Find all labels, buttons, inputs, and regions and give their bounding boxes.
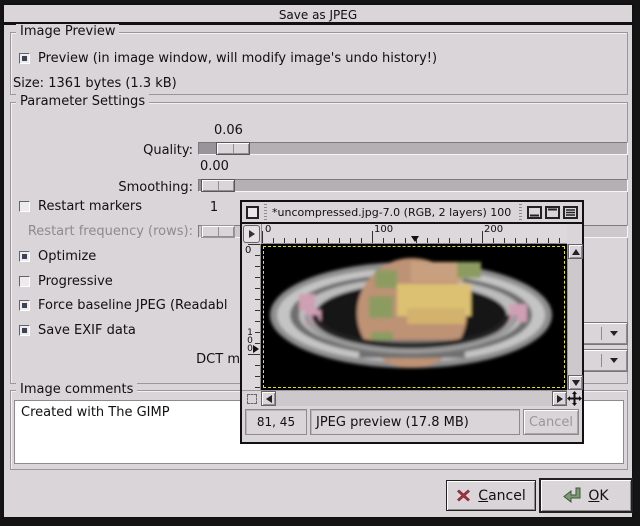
force-baseline-row[interactable]: Force baseline JPEG (Readabl [19, 298, 228, 313]
scroll-left-button[interactable] [261, 391, 276, 406]
combo-separator [601, 354, 602, 367]
pan-view-button[interactable] [567, 390, 582, 406]
horizontal-scrollbar[interactable] [261, 390, 567, 406]
image-preview-frame: Image Preview Preview (in image window, … [10, 24, 628, 95]
cursor-position-marker-icon [411, 236, 419, 242]
save-as-jpeg-dialog: Save as JPEG Image Preview Preview (in i… [2, 3, 634, 519]
image-canvas[interactable] [261, 244, 567, 390]
preview-cancel-button[interactable]: Cancel [523, 409, 579, 435]
smoothing-slider-handle[interactable] [201, 179, 235, 192]
ok-button-label: OK [588, 487, 609, 504]
quick-mask-toggle[interactable] [242, 390, 261, 406]
status-message: JPEG preview (17.8 MB) [310, 409, 520, 435]
h-ruler-tick-0: 0 [265, 224, 272, 235]
quality-slider-fill [199, 143, 217, 154]
arrow-down-icon [571, 379, 580, 386]
file-size-text: Size: 1361 bytes (1.3 kB) [13, 76, 177, 91]
optimize-checkbox[interactable] [19, 251, 30, 262]
dialog-title: Save as JPEG [278, 8, 358, 22]
image-window-title: *uncompressed.jpg-7.0 (RGB, 2 layers) 10… [272, 205, 512, 219]
image-window-body: 0 100 200 0 100 81, 45 JPEG preview (17.… [242, 224, 583, 438]
titlebar-grip-dots [264, 204, 267, 220]
quality-value: 0.06 [214, 123, 243, 138]
save-exif-row[interactable]: Save EXIF data [19, 323, 136, 338]
maximize-icon[interactable] [545, 205, 560, 219]
cursor-position-marker-icon [253, 345, 259, 353]
optimize-row[interactable]: Optimize [19, 249, 96, 264]
scroll-down-button[interactable] [568, 375, 583, 390]
image-window-statusbar: 81, 45 JPEG preview (17.8 MB) Cancel [242, 406, 582, 438]
menu-arrow-icon [248, 230, 255, 238]
restart-markers-row[interactable]: Restart markers [19, 199, 142, 214]
scroll-up-button[interactable] [568, 244, 583, 259]
smoothing-label: Smoothing: [118, 180, 193, 195]
progressive-checkbox[interactable] [19, 276, 30, 287]
horizontal-ruler[interactable]: 0 100 200 [261, 224, 567, 244]
progressive-row[interactable]: Progressive [19, 274, 113, 289]
save-exif-label[interactable]: Save EXIF data [38, 323, 136, 338]
cursor-position-readout: 81, 45 [245, 409, 307, 435]
vertical-scrollbar-trough[interactable] [568, 259, 582, 375]
arrow-up-icon [571, 248, 580, 255]
cancel-button[interactable]: Cancel [446, 480, 536, 511]
image-comments-frame-label: Image comments [16, 382, 138, 397]
vertical-ruler[interactable]: 0 100 [242, 244, 261, 390]
window-menu-icon[interactable] [563, 205, 578, 219]
restart-markers-label[interactable]: Restart markers [38, 199, 142, 214]
dialog-titlebar[interactable]: Save as JPEG [4, 5, 632, 25]
titlebar-grip-dots [519, 204, 522, 220]
arrow-right-icon [556, 394, 563, 403]
arrow-left-icon [265, 394, 272, 403]
quick-mask-icon [246, 393, 257, 404]
quality-label: Quality: [143, 143, 193, 158]
preview-checkbox-row[interactable]: Preview (in image window, will modify im… [19, 51, 437, 66]
quality-slider[interactable] [198, 142, 628, 155]
pan-arrows-icon [567, 390, 582, 406]
force-baseline-label[interactable]: Force baseline JPEG (Readabl [38, 298, 228, 313]
ok-button[interactable]: OK [539, 478, 633, 513]
v-ruler-tick-0: 0 [245, 245, 252, 256]
combo-separator [601, 327, 602, 340]
quality-slider-handle[interactable] [216, 142, 250, 155]
scroll-right-button[interactable] [552, 391, 567, 406]
h-ruler-tick-200: 200 [484, 224, 504, 235]
image-window: *uncompressed.jpg-7.0 (RGB, 2 layers) 10… [240, 200, 584, 444]
window-decorations [527, 205, 578, 219]
restart-frequency-slider-handle [201, 225, 235, 238]
chevron-down-icon [610, 358, 618, 363]
parameter-settings-frame-label: Parameter Settings [16, 94, 150, 109]
horizontal-scrollbar-trough[interactable] [276, 391, 552, 406]
dct-method-label: DCT m [196, 352, 240, 367]
chevron-down-icon [610, 331, 618, 336]
image-preview-frame-label: Image Preview [16, 24, 120, 39]
smoothing-slider[interactable] [198, 179, 628, 192]
optimize-label[interactable]: Optimize [38, 249, 96, 264]
screen: Save as JPEG Image Preview Preview (in i… [0, 0, 640, 526]
progressive-label[interactable]: Progressive [38, 274, 113, 289]
restart-frequency-label: Restart frequency (rows): [27, 224, 193, 239]
scrollbar-corner-gutter [567, 224, 582, 244]
h-ruler-tick-100: 100 [374, 224, 394, 235]
smoothing-value: 0.00 [200, 159, 229, 174]
cancel-button-label: Cancel [478, 487, 526, 504]
save-exif-checkbox[interactable] [19, 325, 30, 336]
restart-frequency-spinner-value[interactable]: 1 [205, 200, 223, 215]
window-icon [246, 205, 259, 219]
force-baseline-checkbox[interactable] [19, 300, 30, 311]
canvas-image-saturn [261, 244, 567, 390]
preview-checkbox[interactable] [19, 53, 30, 64]
canvas-menu-button[interactable] [243, 225, 260, 243]
comment-text: Created with The GIMP [21, 405, 170, 420]
green-enter-arrow-icon [563, 487, 581, 504]
red-x-icon [457, 489, 471, 502]
preview-checkbox-label[interactable]: Preview (in image window, will modify im… [38, 51, 437, 66]
restart-markers-checkbox[interactable] [19, 201, 30, 212]
image-window-titlebar[interactable]: *uncompressed.jpg-7.0 (RGB, 2 layers) 10… [242, 202, 582, 224]
minimize-icon[interactable] [527, 205, 542, 219]
vertical-scrollbar[interactable] [567, 244, 583, 390]
